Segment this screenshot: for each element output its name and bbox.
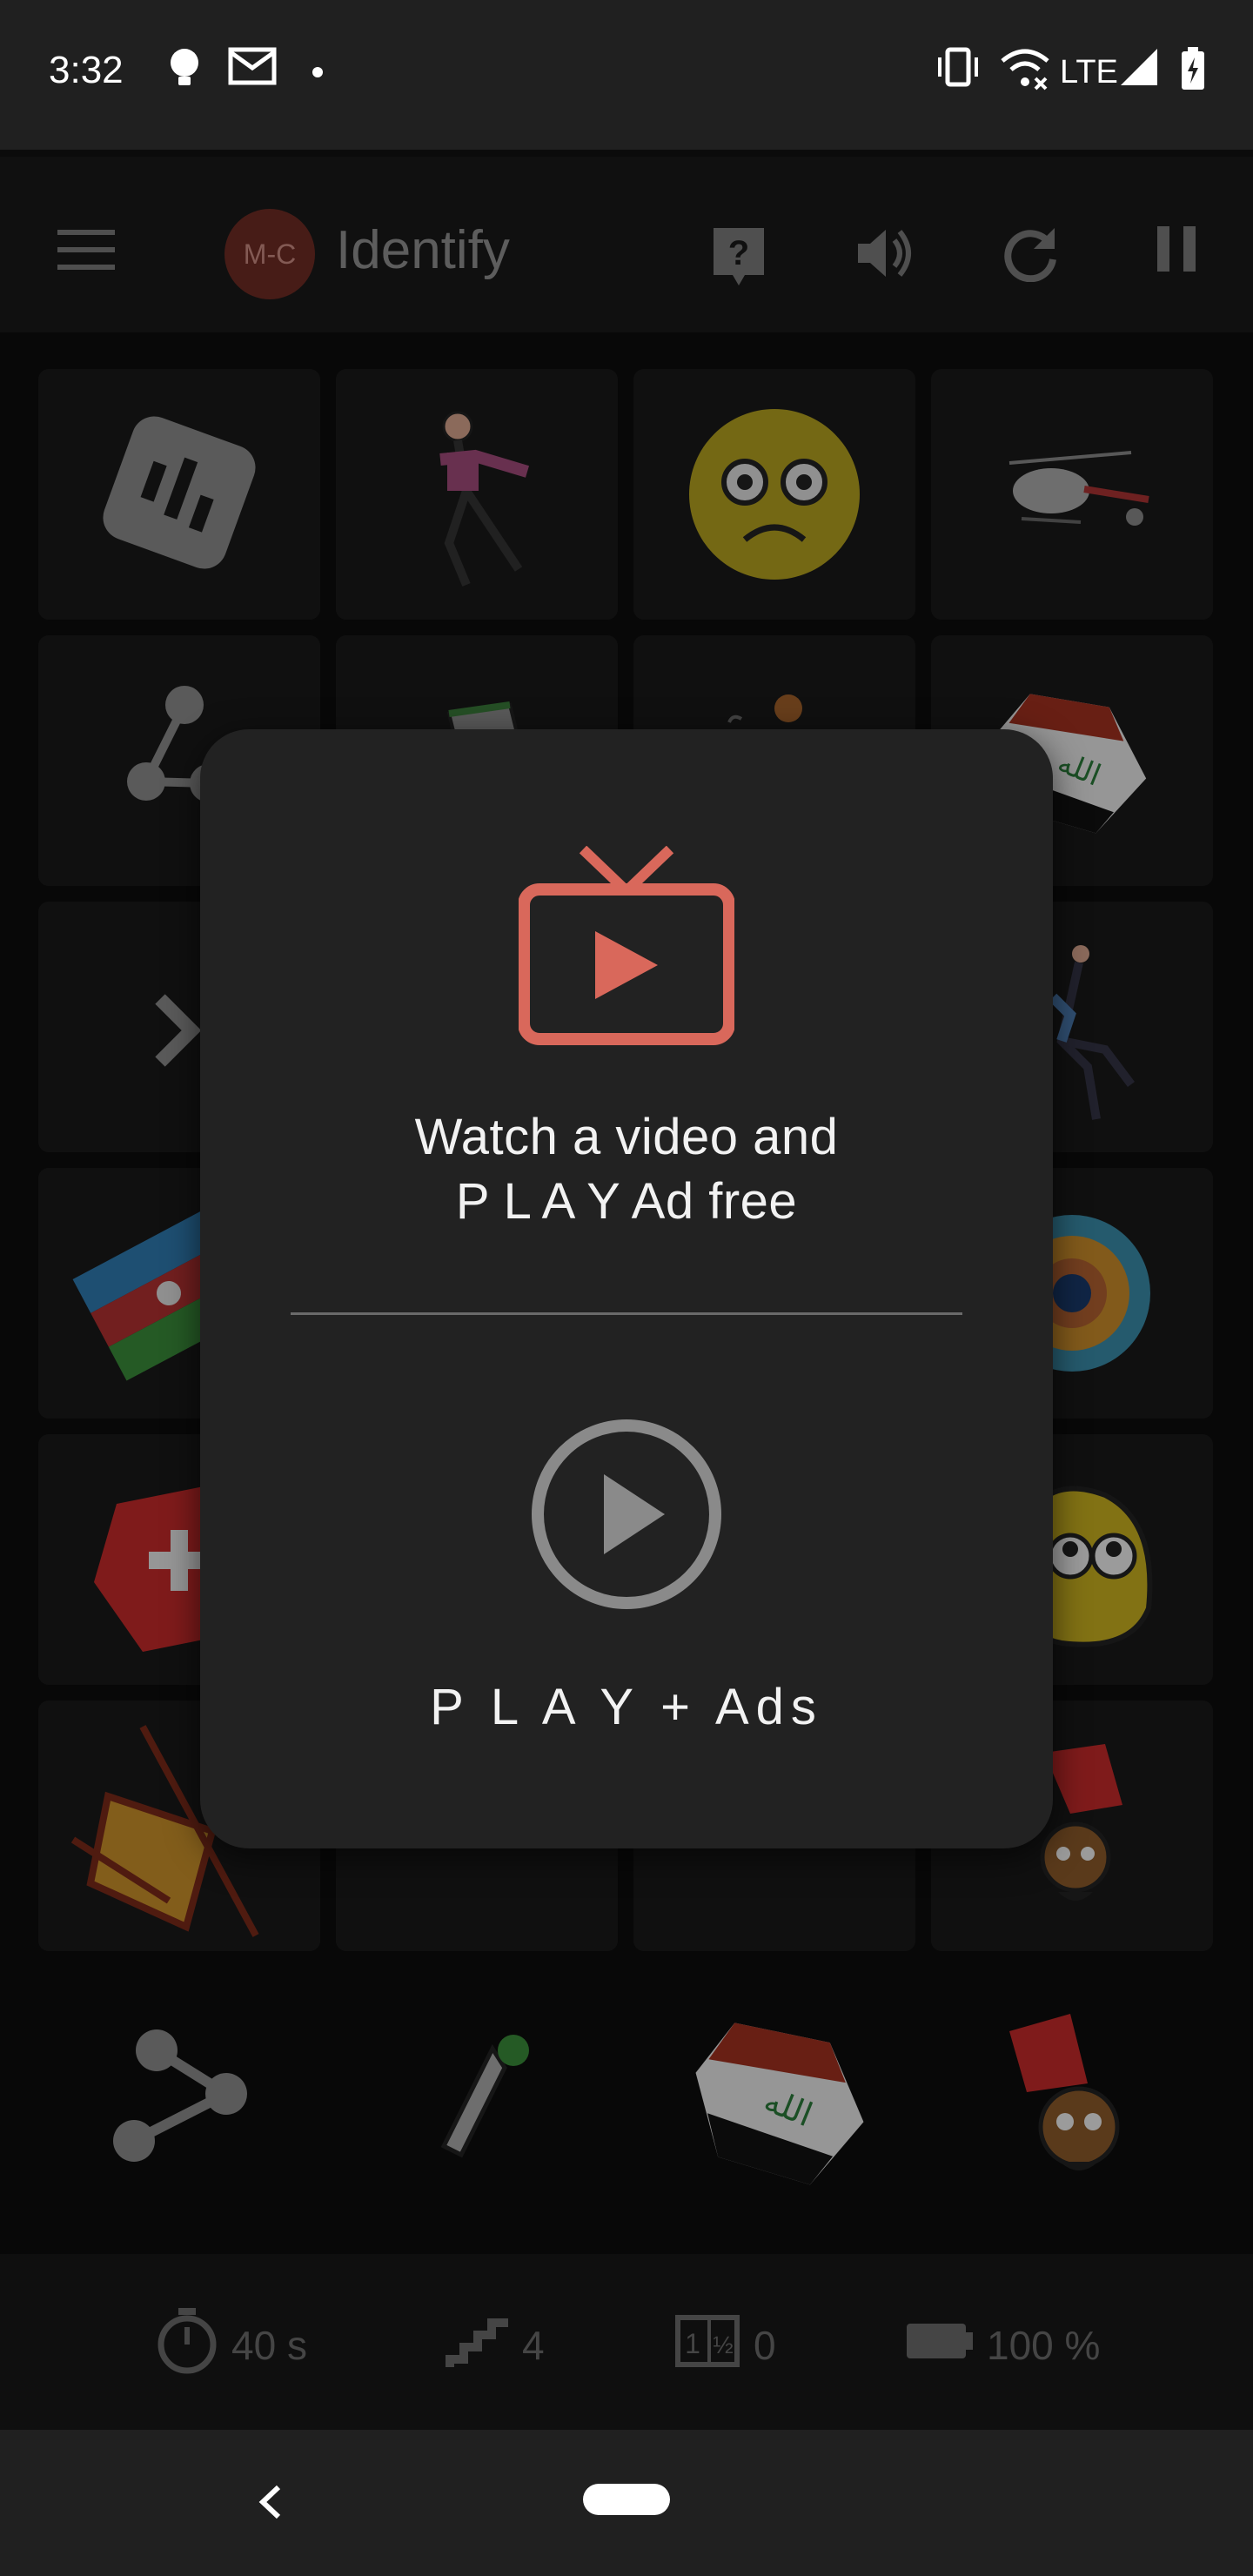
lightbulb-icon [167, 47, 202, 95]
play-with-ads-option[interactable]: P L A Y + Ads [200, 1678, 1053, 1736]
vibrate-icon [935, 47, 982, 91]
wifi-off-icon [999, 47, 1051, 95]
tv-play-icon[interactable] [518, 845, 735, 1050]
signal-icon [1119, 47, 1159, 91]
status-bar: 3:32 LTE [0, 0, 1253, 150]
network-type: LTE [1060, 54, 1118, 91]
home-button[interactable] [583, 2484, 670, 2515]
battery-charging-icon [1180, 47, 1206, 95]
back-icon[interactable] [254, 2480, 285, 2528]
divider [291, 1312, 962, 1315]
gmail-icon [228, 47, 277, 90]
watch-video-option[interactable]: Watch a video and P L A Y Ad free [200, 1105, 1053, 1234]
status-time: 3:32 [49, 49, 124, 91]
play-circle-icon[interactable] [529, 1417, 724, 1616]
navigation-bar [0, 2430, 1253, 2576]
dot-icon [312, 66, 324, 83]
ad-choice-dialog: Watch a video and P L A Y Ad free P L A … [200, 729, 1053, 1848]
